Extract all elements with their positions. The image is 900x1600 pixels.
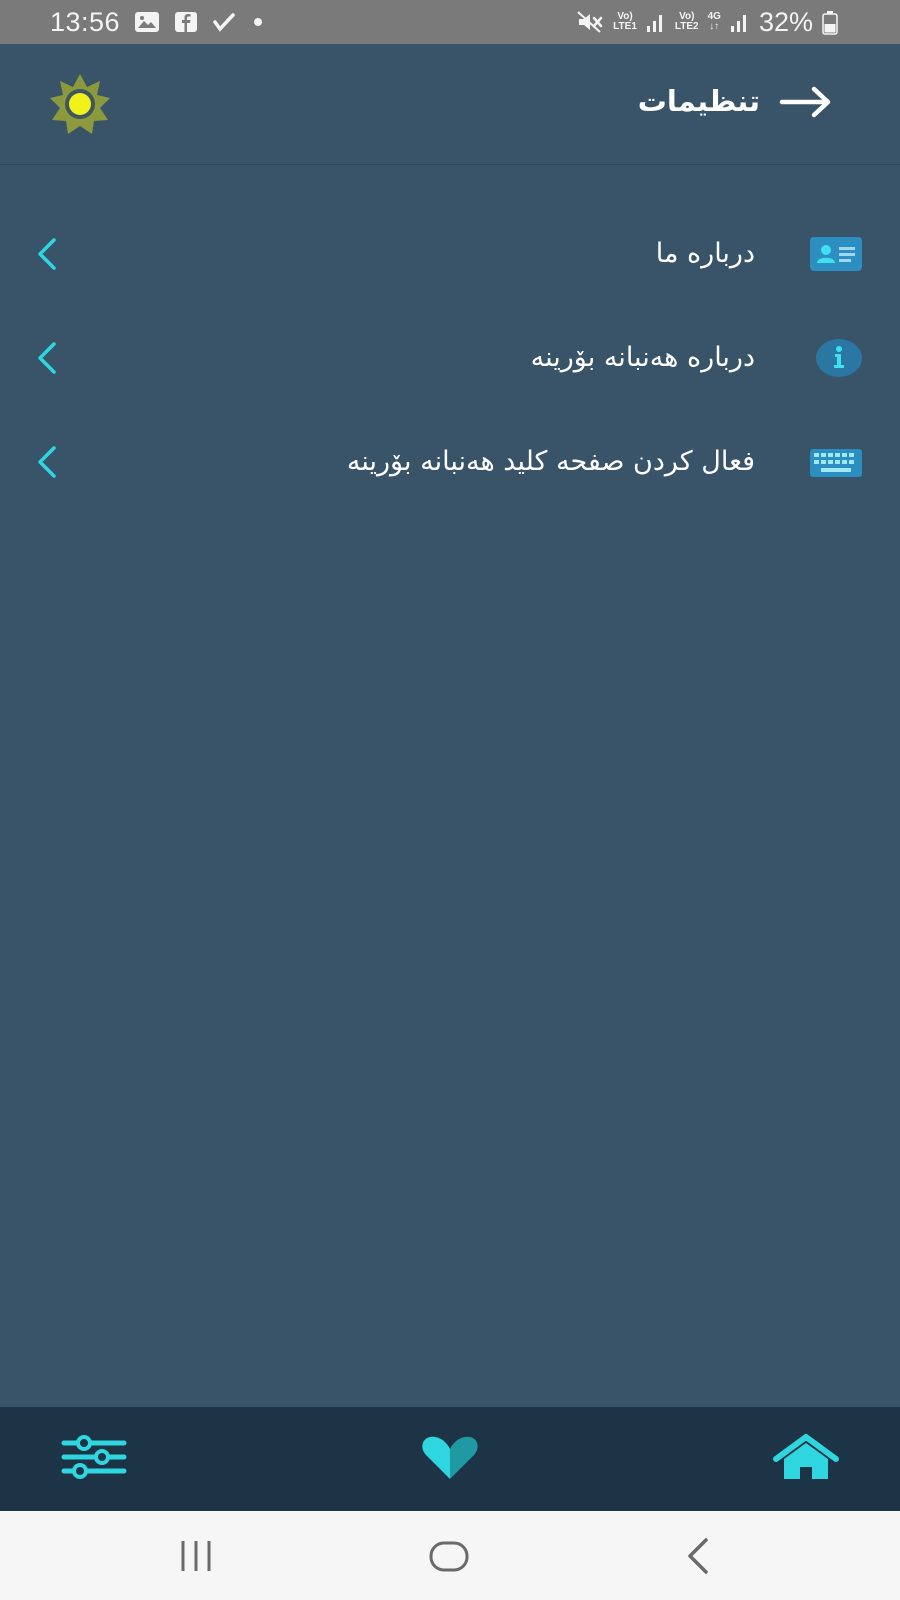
info-icon [816, 339, 862, 377]
nav-favorites-button[interactable] [414, 1429, 486, 1489]
status-bar: 13:56 Vo) LTE1 Vo) LTE2 4G ↓↑ 32% [0, 0, 900, 44]
system-home-button[interactable] [418, 1531, 478, 1581]
heart-icon [422, 1436, 478, 1479]
sim1-label: Vo) LTE1 [613, 11, 637, 32]
chevron-left-icon [38, 446, 56, 478]
check-icon [212, 11, 236, 33]
settings-item-about-us[interactable]: درباره ما [0, 214, 900, 294]
sun-icon [50, 74, 110, 134]
battery-icon [822, 9, 838, 35]
recent-apps-button[interactable] [168, 1531, 228, 1581]
home-icon [773, 1434, 839, 1479]
circle-home-icon [429, 1541, 469, 1572]
system-navigation-bar [0, 1511, 900, 1600]
settings-item-enable-keyboard[interactable]: فعال کردن صفحه کلید هەنبانە بۆرینە [0, 422, 900, 502]
app-header: تنظیمات [0, 44, 900, 165]
theme-toggle-button[interactable] [48, 74, 112, 134]
recent-apps-icon [181, 1541, 211, 1571]
battery-percent: 32% [758, 6, 813, 37]
facebook-icon [174, 11, 198, 33]
sliders-icon [61, 1435, 127, 1479]
gallery-icon [134, 11, 160, 33]
page-title: تنظیمات [637, 84, 760, 118]
mute-icon [576, 10, 604, 34]
back-chevron-icon [688, 1538, 708, 1574]
nav-settings-button[interactable] [58, 1429, 130, 1489]
settings-item-label: درباره ما [655, 238, 755, 269]
nav-home-button[interactable] [770, 1429, 842, 1489]
network-type: 4G ↓↑ [707, 11, 721, 32]
chevron-left-icon [38, 238, 56, 270]
contact-card-icon [810, 237, 862, 271]
status-bar-right: Vo) LTE1 Vo) LTE2 4G ↓↑ 32% [576, 0, 838, 44]
status-bar-left: 13:56 [50, 0, 266, 44]
sim2-label: Vo) LTE2 [674, 11, 699, 32]
settings-item-label: درباره هەنبانە بۆرینە [530, 342, 755, 373]
chevron-left-icon [38, 342, 56, 374]
dot-icon [250, 11, 266, 33]
status-time: 13:56 [50, 6, 121, 37]
settings-item-about-app[interactable]: درباره هەنبانە بۆرینە [0, 318, 900, 398]
bottom-nav [0, 1407, 900, 1511]
system-back-button[interactable] [668, 1531, 728, 1581]
signal-icon [646, 11, 666, 33]
signal-icon [730, 11, 750, 33]
keyboard-icon [810, 449, 862, 477]
settings-item-label: فعال کردن صفحه کلید هەنبانە بۆرینە [346, 446, 755, 477]
back-button[interactable] [778, 82, 834, 122]
arrow-right-icon [779, 86, 831, 118]
